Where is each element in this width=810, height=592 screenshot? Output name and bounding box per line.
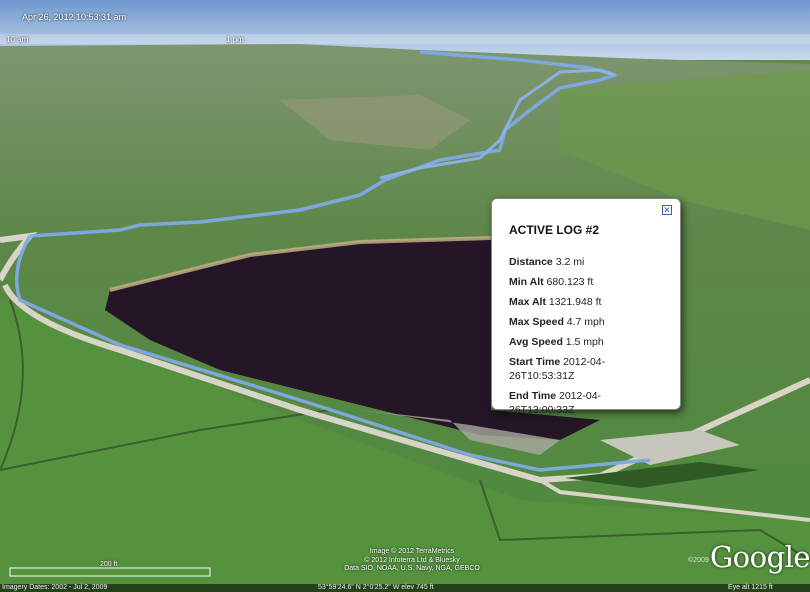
timeline-tick: 1 pm (226, 35, 244, 44)
cursor-coordinates: 53°59'24.6" N 2°0'25.2" W elev 745 ft (318, 584, 434, 591)
field-max-alt: Max Alt 1321.948 ft (509, 296, 602, 308)
balloon-title: ACTIVE LOG #2 (509, 223, 600, 237)
timeline-bar[interactable] (0, 34, 810, 44)
field-avg-speed: Avg Speed 1.5 mph (509, 336, 604, 348)
field-max-speed: Max Speed 4.7 mph (509, 316, 605, 328)
timeline-tick: 10 am (6, 35, 29, 44)
field-distance: Distance 3.2 mi (509, 256, 585, 268)
imagery-credits: Image © 2012 TerraMetrics © 2012 Infoter… (344, 548, 480, 572)
status-bar: Imagery Dates: 2002 - Jul 2, 2009 53°59'… (0, 584, 810, 592)
field-end-time: End Time 2012-04-26T13:00:33Z (509, 390, 602, 416)
scale-label: 200 ft (100, 561, 118, 568)
eye-altitude: Eye alt 1215 ft (728, 584, 773, 591)
imagery-dates: Imagery Dates: 2002 - Jul 2, 2009 (2, 584, 108, 591)
info-balloon: ✕ ACTIVE LOG #2 Distance 3.2 mi Min Alt … (491, 198, 681, 416)
field-min-alt: Min Alt 680.123 ft (509, 276, 594, 288)
brand-year: ©2009 (688, 557, 709, 564)
google-logo: Google (710, 540, 810, 574)
close-icon[interactable]: ✕ (662, 205, 672, 215)
field-start-time: Start Time 2012-04-26T10:53:31Z (509, 356, 606, 382)
timeline-date: Apr 26, 2012 10:53:31 am (22, 12, 127, 22)
map-view[interactable] (0, 0, 810, 592)
